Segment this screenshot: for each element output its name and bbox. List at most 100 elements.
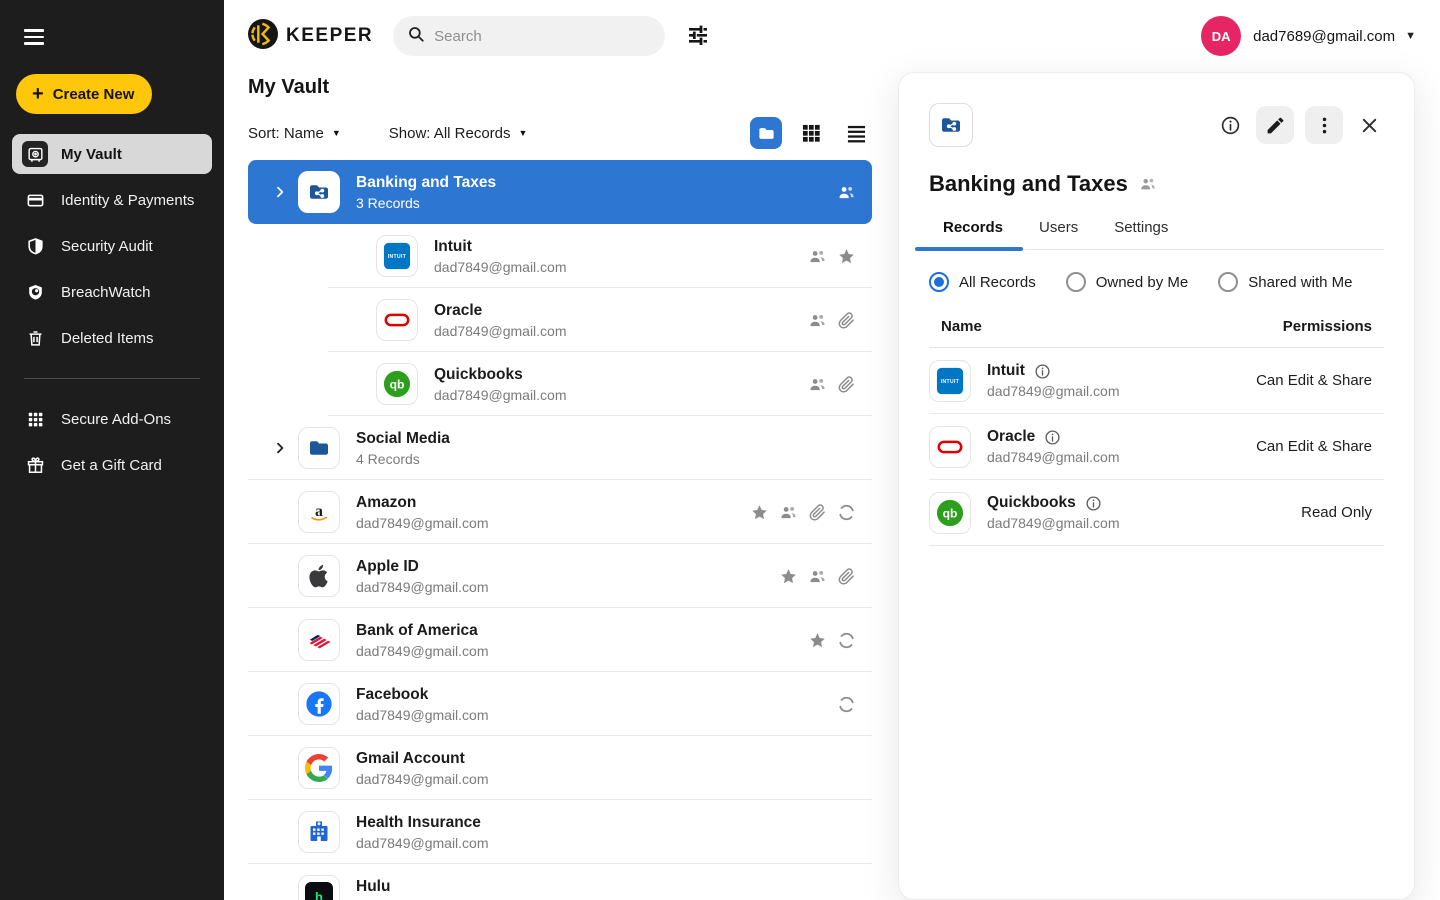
sidebar-item-deleted-items[interactable]: Deleted Items [12,318,212,358]
sidebar-item-identity-payments[interactable]: Identity & Payments [12,180,212,220]
record-row-hulu[interactable]: hHuludad7849@gmail.com [248,864,872,900]
refresh-icon[interactable] [836,630,856,650]
people-icon[interactable] [807,310,827,330]
record-permission: Can Edit & Share [1256,372,1372,389]
chevron-right-icon[interactable] [270,185,290,199]
keeper-logo-icon [248,19,278,54]
quickbooks-icon: qb [929,492,971,534]
refresh-icon[interactable] [836,694,856,714]
sidebar-item-breachwatch[interactable]: BreachWatch [12,272,212,312]
sidebar-item-secure-add-ons[interactable]: Secure Add-Ons [12,399,212,439]
panel-record-row-oracle[interactable]: Oracledad7849@gmail.comCan Edit & Share [929,414,1384,480]
svg-text:qb: qb [390,377,405,391]
panel-record-row-intuit[interactable]: INTUITIntuitdad7849@gmail.comCan Edit & … [929,348,1384,414]
edit-button[interactable] [1256,106,1294,144]
sidebar-item-label: Security Audit [61,238,153,255]
tab-settings[interactable]: Settings [1096,219,1186,249]
filter-settings-icon[interactable] [685,23,711,49]
radio-icon[interactable] [1218,272,1238,292]
refresh-icon[interactable] [836,502,856,522]
bofa-icon [298,619,340,661]
record-row-gmail-account[interactable]: Gmail Accountdad7849@gmail.com [248,736,872,800]
info-icon[interactable] [1034,363,1051,380]
close-icon[interactable] [1354,110,1384,140]
sidebar-item-security-audit[interactable]: Security Audit [12,226,212,266]
menu-icon[interactable] [24,24,50,50]
record-row-intuit[interactable]: INTUITIntuitdad7849@gmail.com [248,224,872,288]
people-icon[interactable] [807,246,827,266]
intuit-icon: INTUIT [376,235,418,277]
folder-detail-panel: Banking and Taxes RecordsUsersSettings A… [898,72,1415,900]
column-permissions: Permissions [1283,318,1372,335]
record-row-apple-id[interactable]: Apple IDdad7849@gmail.com [248,544,872,608]
info-icon[interactable] [1044,429,1061,446]
sidebar-item-get-a-gift-card[interactable]: Get a Gift Card [12,445,212,485]
oracle-icon [929,426,971,468]
search-input[interactable] [434,28,634,45]
panel-title: Banking and Taxes [929,171,1128,197]
record-title: Apple ID [356,558,489,576]
show-dropdown[interactable]: Show: All Records ▼ [389,125,528,142]
tab-records[interactable]: Records [929,219,1021,249]
record-subtitle: 3 Records [356,195,496,211]
record-permission: Read Only [1301,504,1372,521]
sidebar-item-label: My Vault [61,146,122,163]
search-box[interactable] [393,16,665,56]
account-menu[interactable]: DA dad7689@gmail.com ▼ [1201,16,1416,56]
paperclip-icon[interactable] [807,502,827,522]
record-title: Health Insurance [356,814,489,832]
create-new-label: Create New [53,86,135,103]
filter-owned-by-me[interactable]: Owned by Me [1066,272,1189,292]
paperclip-icon[interactable] [836,310,856,330]
people-icon[interactable] [807,374,827,394]
health-icon [298,811,340,853]
folder-row-banking-and-taxes[interactable]: Banking and Taxes3 Records [248,160,872,224]
record-row-amazon[interactable]: aAmazondad7849@gmail.com [248,480,872,544]
star-icon[interactable] [807,630,827,650]
radio-icon[interactable] [929,272,949,292]
keeper-logo: KEEPER [248,19,373,54]
record-row-facebook[interactable]: Facebookdad7849@gmail.com [248,672,872,736]
record-row-quickbooks[interactable]: qbQuickbooksdad7849@gmail.com [248,352,872,416]
sidebar-nav: My Vault Identity & Payments Security Audi… [12,134,212,358]
paperclip-icon[interactable] [836,374,856,394]
paperclip-icon[interactable] [836,566,856,586]
record-row-oracle[interactable]: Oracledad7849@gmail.com [248,288,872,352]
tab-users[interactable]: Users [1021,219,1096,249]
star-icon[interactable] [778,566,798,586]
folder-view-button[interactable] [750,117,782,149]
account-email: dad7689@gmail.com [1253,28,1395,45]
people-icon[interactable] [836,182,856,202]
chevron-right-icon[interactable] [270,441,290,455]
avatar[interactable]: DA [1201,16,1241,56]
shared-folder-icon [929,103,973,147]
filter-shared-with-me[interactable]: Shared with Me [1218,272,1352,292]
info-icon[interactable] [1215,110,1245,140]
sidebar-item-label: BreachWatch [61,284,150,301]
folder-row-social-media[interactable]: Social Media4 Records [248,416,872,480]
record-subtitle: 4 Records [356,451,450,467]
people-icon[interactable] [807,566,827,586]
star-icon[interactable] [749,502,769,522]
record-subtitle: dad7849@gmail.com [356,515,489,531]
record-row-bank-of-america[interactable]: Bank of Americadad7849@gmail.com [248,608,872,672]
sidebar-item-my-vault[interactable]: My Vault [12,134,212,174]
filter-all-records[interactable]: All Records [929,272,1036,292]
star-icon[interactable] [836,246,856,266]
grid-view-button[interactable] [795,117,827,149]
panel-record-row-quickbooks[interactable]: qbQuickbooksdad7849@gmail.comRead Only [929,480,1384,546]
panel-title-row: Banking and Taxes [929,171,1384,197]
list-view-button[interactable] [840,117,872,149]
more-options-button[interactable] [1305,106,1343,144]
sort-dropdown[interactable]: Sort: Name ▼ [248,125,341,142]
record-name: Quickbooks [987,494,1076,512]
record-row-health-insurance[interactable]: Health Insurancedad7849@gmail.com [248,800,872,864]
hulu-icon: h [298,875,340,900]
record-title: Hulu [356,878,489,896]
radio-icon[interactable] [1066,272,1086,292]
keeper-app: + Create New My Vault Identity & Payments… [0,0,1440,900]
people-icon[interactable] [778,502,798,522]
info-icon[interactable] [1085,495,1102,512]
svg-text:INTUIT: INTUIT [941,379,960,385]
create-new-button[interactable]: + Create New [16,74,152,114]
